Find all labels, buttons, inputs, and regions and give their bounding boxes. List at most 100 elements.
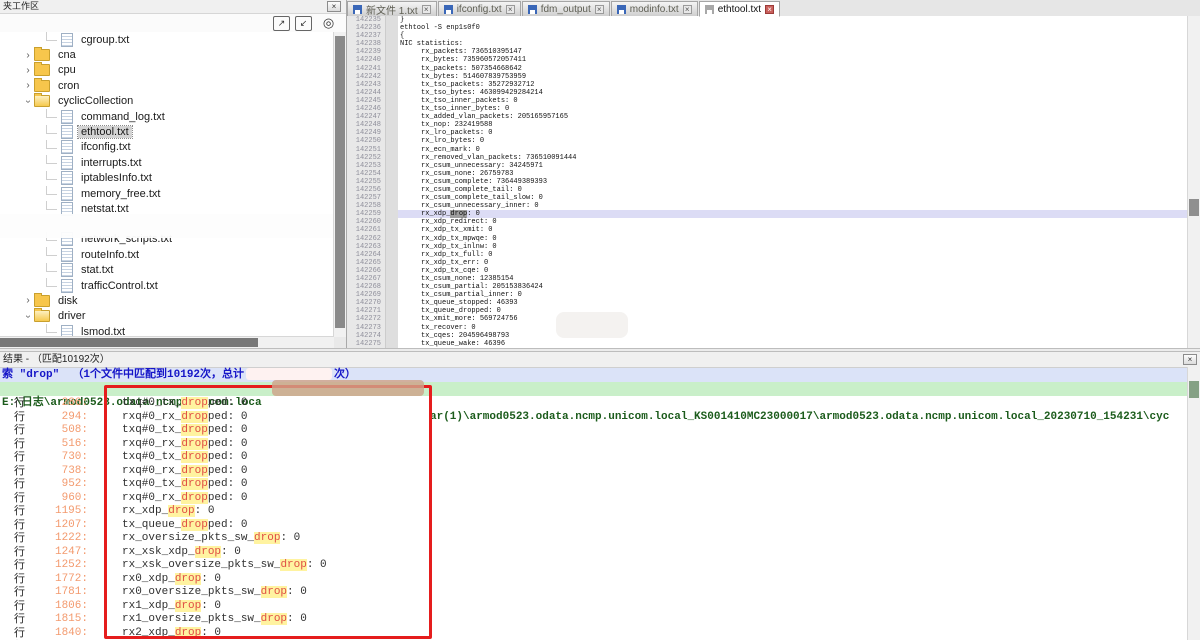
tree-item-cgroup.txt[interactable]: cgroup.txt (0, 32, 334, 47)
line-text: tx_queue_stopped: 46393 (398, 299, 1200, 307)
close-panel-button[interactable]: × (327, 1, 341, 12)
scrollbar-thumb[interactable] (335, 36, 345, 328)
tab-fdm_output[interactable]: fdm_output× (522, 1, 610, 16)
result-row[interactable]: 行286:txq#0_tx_dropped: 0 (0, 397, 1188, 411)
scrollbar-thumb[interactable] (1189, 381, 1199, 398)
scrollbar-thumb[interactable] (1189, 199, 1199, 216)
result-row[interactable]: 行730:txq#0_tx_dropped: 0 (0, 451, 1188, 465)
result-row[interactable]: 行1806:rx1_xdp_drop: 0 (0, 600, 1188, 614)
close-results-button[interactable]: × (1183, 354, 1197, 365)
tree-item-routeInfo.txt[interactable]: routeInfo.txt (0, 247, 334, 262)
tab-label: 新文件 1.txt (366, 2, 418, 17)
editor[interactable]: 142235}142236ethtool -S enp1s0f0142237{1… (347, 16, 1200, 348)
tab-新文件 1.txt[interactable]: 新文件 1.txt × (347, 1, 437, 16)
result-row[interactable]: 行1772:rx0_xdp_drop: 0 (0, 573, 1188, 587)
result-row[interactable]: 行1252:rx_xsk_oversize_pkts_sw_drop: 0 (0, 559, 1188, 573)
tree-item-ifconfig.txt[interactable]: ifconfig.txt (0, 140, 334, 155)
result-row[interactable]: 行952:txq#0_tx_dropped: 0 (0, 478, 1188, 492)
tree-vertical-scrollbar[interactable] (333, 32, 346, 337)
tree-item-label: stat.txt (78, 264, 116, 276)
expand-all-icon[interactable]: ↗ (273, 16, 290, 31)
result-row[interactable]: 行1815:rx1_oversize_pkts_sw_drop: 0 (0, 613, 1188, 627)
editor-line: 142275 tx_queue_wake: 46396 (347, 340, 1200, 348)
result-text: rx_xdp_drop: 0 (122, 505, 214, 519)
result-text-post: : 0 (201, 627, 221, 639)
tab-modinfo.txt[interactable]: modinfo.txt× (611, 1, 698, 16)
chevron-icon[interactable]: › (22, 50, 34, 61)
line-label: 行 (14, 627, 28, 640)
result-text: txq#0_tx_dropped: 0 (122, 424, 247, 438)
line-label: 行 (14, 478, 28, 492)
file-icon (61, 33, 73, 47)
tree-item-iptablesInfo.txt[interactable]: iptablesInfo.txt (0, 171, 334, 186)
chevron-icon[interactable]: › (22, 80, 34, 91)
search-summary-text: 索 "drop" （1个文件中匹配到10192次，总计 (2, 369, 244, 381)
close-tab-icon[interactable]: × (422, 5, 431, 14)
close-tab-icon[interactable]: × (683, 5, 692, 14)
line-label: 行 (14, 505, 28, 519)
line-text: rx_csum_unnecessary: 34245971 (398, 162, 1200, 170)
result-file-path[interactable]: E:\日志\armod0523.odata.ncmp.unicom.loca a… (0, 382, 1200, 396)
result-row[interactable]: 行1207:tx_queue_dropped: 0 (0, 519, 1188, 533)
line-text: rx_removed_vlan_packets: 736510091444 (398, 154, 1200, 162)
fold-margin-cell (385, 324, 398, 332)
line-text: tx_added_vlan_packets: 205165957165 (398, 113, 1200, 121)
line-number: 142270 (347, 299, 385, 307)
tree-item-cna[interactable]: ›cna (0, 47, 334, 62)
chevron-icon[interactable]: › (23, 95, 34, 107)
tree-item-interrupts.txt[interactable]: interrupts.txt (0, 155, 334, 170)
line-number: 142267 (347, 275, 385, 283)
result-text-pre: rx_xdp_ (122, 505, 168, 517)
results-vertical-scrollbar[interactable] (1187, 367, 1200, 640)
tree-item-cyclicCollection[interactable]: ›cyclicCollection (0, 94, 334, 109)
line-number: 142253 (347, 162, 385, 170)
chevron-icon[interactable]: › (22, 65, 34, 76)
tree-item-command_log.txt[interactable]: command_log.txt (0, 109, 334, 124)
tree-item-netstat.txt[interactable]: netstat.txt (0, 201, 334, 216)
scrollbar-thumb[interactable] (0, 338, 258, 347)
locate-file-icon[interactable]: ◎ (321, 16, 336, 29)
fold-margin-cell (385, 267, 398, 275)
tree-item-cron[interactable]: ›cron (0, 78, 334, 93)
close-tab-icon[interactable]: × (765, 5, 774, 14)
collapse-all-icon[interactable]: ↙ (295, 16, 312, 31)
match-highlight: drop (280, 559, 306, 571)
line-number: 142259 (347, 210, 385, 218)
tree-item-cpu[interactable]: ›cpu (0, 63, 334, 78)
line-number: 142256 (347, 186, 385, 194)
tree-item-memory_free.txt[interactable]: memory_free.txt (0, 186, 334, 201)
close-tab-icon[interactable]: × (595, 5, 604, 14)
chevron-icon[interactable]: › (23, 310, 34, 322)
result-row[interactable]: 行738:rxq#0_rx_dropped: 0 (0, 465, 1188, 479)
workspace-toolbar: ↗ ↙ ◎ (0, 14, 346, 33)
result-text-post: : 0 (307, 559, 327, 571)
line-number: 142262 (347, 235, 385, 243)
line-text: tx_queue_wake: 46396 (398, 340, 1200, 348)
result-row[interactable]: 行1195:rx_xdp_drop: 0 (0, 505, 1188, 519)
result-row[interactable]: 行1222:rx_oversize_pkts_sw_drop: 0 (0, 532, 1188, 546)
fold-margin-cell (385, 48, 398, 56)
tree-item-stat.txt[interactable]: stat.txt (0, 262, 334, 277)
result-row[interactable]: 行516:rxq#0_rx_dropped: 0 (0, 438, 1188, 452)
line-text: tx_queue_dropped: 0 (398, 307, 1200, 315)
tree-item-driver[interactable]: ›driver (0, 309, 334, 324)
result-row[interactable]: 行1247:rx_xsk_xdp_drop: 0 (0, 546, 1188, 560)
close-tab-icon[interactable]: × (506, 5, 515, 14)
tab-ethtool.txt[interactable]: ethtool.txt× (699, 1, 780, 17)
chevron-icon[interactable]: › (22, 295, 34, 306)
result-row[interactable]: 行1840:rx2_xdp_drop: 0 (0, 627, 1188, 640)
result-text: rx0_xdp_drop: 0 (122, 573, 221, 587)
editor-vertical-scrollbar[interactable] (1187, 16, 1200, 348)
line-text: tx_csum_none: 12385154 (398, 275, 1200, 283)
tree-item-network_scripts.txt[interactable]: network_scripts.txt (0, 232, 334, 247)
result-row[interactable]: 行960:rxq#0_rx_dropped: 0 (0, 492, 1188, 506)
result-row[interactable]: 行1781:rx0_oversize_pkts_sw_drop: 0 (0, 586, 1188, 600)
result-line-number: 1806: (28, 600, 88, 614)
tree-item-ethtool.txt[interactable]: ethtool.txt (0, 124, 334, 139)
tree-horizontal-scrollbar[interactable] (0, 336, 334, 348)
result-row[interactable]: 行508:txq#0_tx_dropped: 0 (0, 424, 1188, 438)
tree-item-disk[interactable]: ›disk (0, 293, 334, 308)
result-row[interactable]: 行294:rxq#0_rx_dropped: 0 (0, 411, 1188, 425)
tab-ifconfig.txt[interactable]: ifconfig.txt× (438, 1, 521, 16)
tree-item-trafficControl.txt[interactable]: trafficControl.txt (0, 278, 334, 293)
